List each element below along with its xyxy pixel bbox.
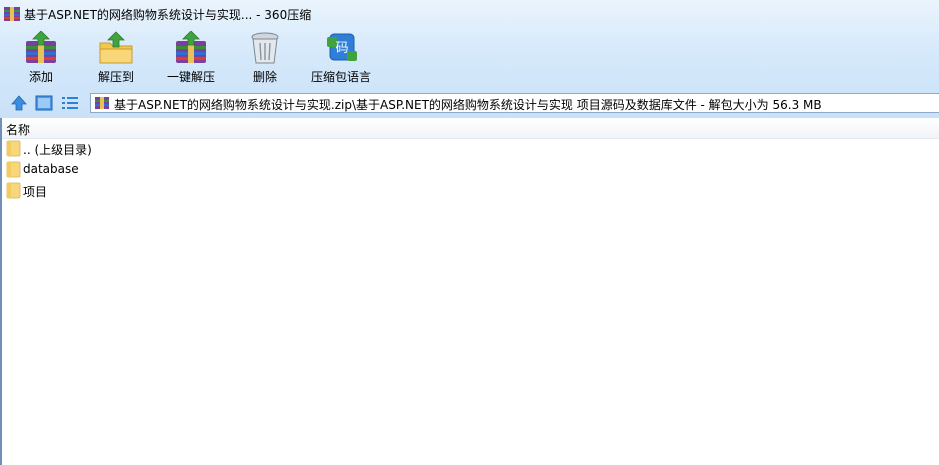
archive-language-icon: 码 (327, 33, 357, 61)
folder-icon (6, 182, 21, 199)
list-item-name: 项目 (23, 185, 48, 199)
up-arrow-icon[interactable] (9, 94, 29, 112)
extract-to-label: 解压到 (97, 70, 134, 84)
extract-to-icon (99, 31, 133, 64)
column-header-name[interactable]: 名称 (2, 118, 939, 139)
archive-language-icon-glyph: 码 (335, 41, 348, 56)
path-text: 基于ASP.NET的网络购物系统设计与实现.zip\基于ASP.NET的网络购物… (114, 98, 822, 112)
file-list: 名称 .. (上级目录) database 项目 (0, 118, 939, 465)
archive-language-button[interactable]: 码 压缩包语言 (306, 28, 376, 88)
window-title: 基于ASP.NET的网络购物系统设计与实现... - 360压缩 (24, 8, 312, 22)
archive-path-icon (95, 97, 109, 109)
delete-button[interactable]: 删除 (230, 28, 300, 88)
add-archive-icon (26, 31, 56, 63)
list-item-parent-dir[interactable]: .. (上级目录) (2, 139, 302, 159)
column-header-name-label: 名称 (6, 123, 31, 137)
extract-to-button[interactable]: 解压到 (81, 28, 151, 88)
list-item-name: database (23, 162, 79, 176)
delete-trash-icon (251, 32, 279, 64)
delete-label: 删除 (252, 70, 277, 84)
address-row: 基于ASP.NET的网络购物系统设计与实现.zip\基于ASP.NET的网络购物… (0, 92, 939, 116)
one-click-extract-label: 一键解压 (166, 70, 215, 84)
archive-app-icon (4, 7, 20, 21)
archive-language-label: 压缩包语言 (310, 70, 371, 84)
list-item-project[interactable]: 项目 (2, 181, 302, 201)
add-button-label: 添加 (28, 70, 53, 84)
folder-icon (6, 161, 21, 178)
folder-icon (6, 140, 21, 157)
add-button[interactable]: 添加 (6, 28, 76, 88)
toolbar: 添加 解压到 一键解压 删除 码 压缩包语言 (0, 28, 939, 90)
view-mode-icon[interactable] (34, 94, 54, 112)
path-field[interactable]: 基于ASP.NET的网络购物系统设计与实现.zip\基于ASP.NET的网络购物… (90, 93, 939, 113)
one-click-extract-button[interactable]: 一键解压 (156, 28, 226, 88)
list-item-name: .. (上级目录) (23, 143, 92, 157)
title-bar: 基于ASP.NET的网络购物系统设计与实现... - 360压缩 (0, 0, 939, 28)
window-chrome: 基于ASP.NET的网络购物系统设计与实现... - 360压缩 添加 解压到 (0, 0, 939, 118)
list-view-icon[interactable] (60, 94, 80, 112)
one-click-extract-icon (176, 31, 206, 63)
list-item-database[interactable]: database (2, 160, 302, 180)
